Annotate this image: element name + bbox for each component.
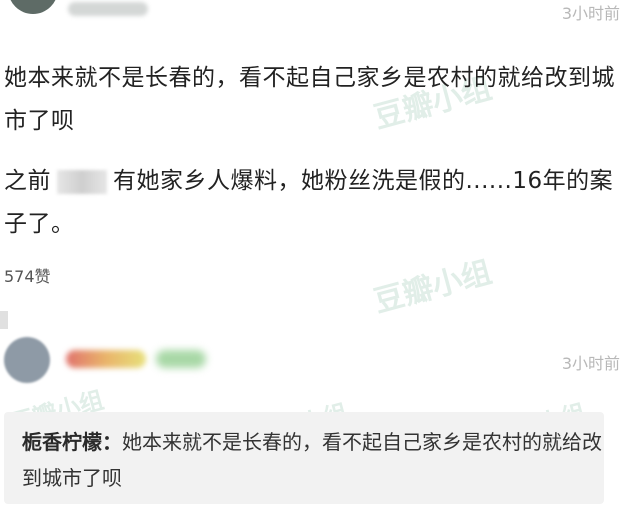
redacted-block bbox=[57, 169, 107, 194]
comment-text-part: 之前 bbox=[4, 168, 51, 194]
avatar[interactable] bbox=[8, 0, 58, 14]
comment-text: 她本来就不是长春的，看不起自己家乡是农村的就给改到城市了呗 bbox=[4, 65, 615, 134]
like-count[interactable]: 574赞 bbox=[4, 263, 51, 287]
username-blurred[interactable] bbox=[68, 2, 148, 16]
watermark: 豆瓣小组 bbox=[370, 254, 496, 320]
user-badge-blurred bbox=[156, 350, 206, 368]
comment-timestamp: 3小时前 bbox=[561, 354, 620, 373]
quoted-reply: 栀香柠檬：她本来就不是长春的，看不起自己家乡是农村的就给改到城市了呗 bbox=[22, 424, 612, 496]
comment-text: 之前 有她家乡人爆料，她粉丝洗是假的......16年的案子了。 bbox=[4, 160, 624, 246]
quote-author[interactable]: 栀香柠檬： bbox=[22, 430, 122, 454]
username-blurred[interactable] bbox=[66, 350, 146, 368]
divider bbox=[0, 311, 8, 329]
comment-timestamp: 3小时前 bbox=[561, 4, 620, 23]
avatar[interactable] bbox=[4, 337, 50, 383]
